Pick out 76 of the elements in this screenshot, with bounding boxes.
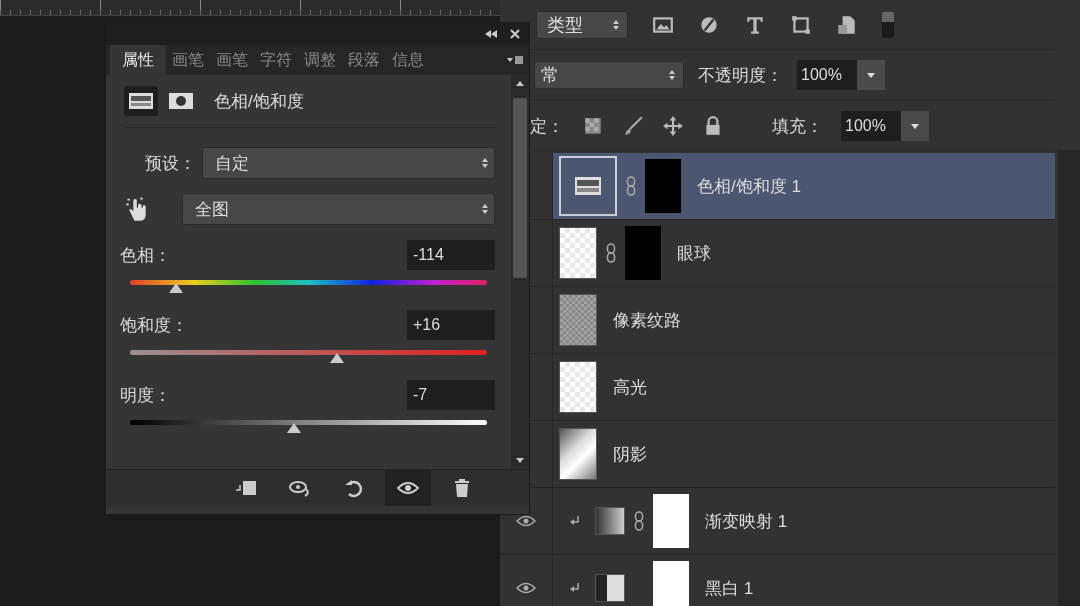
adjustment-title: 色相/饱和度 — [214, 90, 304, 113]
scroll-down-icon[interactable] — [516, 458, 524, 463]
opacity-dropdown-button[interactable] — [857, 60, 885, 90]
layer-thumbnail — [559, 361, 597, 413]
panel-menu-icon[interactable] — [507, 55, 523, 65]
channel-dropdown[interactable]: 全图 — [182, 193, 495, 225]
layer-name: 高光 — [613, 376, 647, 399]
move-icon[interactable] — [662, 115, 684, 137]
layer-row[interactable]: 色相/饱和度 1 — [553, 153, 1055, 219]
layer-name: 渐变映射 1 — [705, 510, 788, 533]
layer-name: 色相/饱和度 1 — [697, 175, 801, 198]
mask-icon — [169, 93, 193, 109]
adjustment-thumbnail — [559, 156, 617, 216]
panel-tab[interactable]: 画笔 — [166, 45, 210, 75]
close-icon[interactable] — [509, 29, 521, 39]
layer-thumbnail — [559, 227, 597, 279]
slider-thumb[interactable] — [169, 283, 184, 293]
layer-name: 阴影 — [613, 443, 647, 466]
caret-icon — [867, 72, 875, 78]
value-field[interactable]: -114 — [407, 240, 495, 270]
layer-thumbnail — [595, 574, 625, 602]
preset-dropdown[interactable]: 自定 — [202, 147, 495, 179]
panel-tab[interactable]: 信息 — [386, 45, 430, 75]
adjustment-mode-button[interactable] — [124, 86, 158, 116]
slider-thumb[interactable] — [330, 353, 345, 363]
filter-toggle[interactable] — [882, 11, 894, 38]
value-field[interactable]: +16 — [407, 310, 495, 340]
layer-name: 黑白 1 — [705, 577, 754, 600]
lock-label: 定： — [530, 115, 564, 138]
document-icon[interactable] — [836, 13, 858, 36]
layer-thumbnail — [559, 428, 597, 480]
panel-tab[interactable]: 调整 — [298, 45, 342, 75]
reset-icon — [343, 478, 365, 498]
slider-label: 色相： — [120, 244, 171, 267]
layer-thumbnail — [559, 294, 597, 346]
updown-arrows-icon — [482, 158, 488, 168]
panel-tab[interactable]: 画笔 — [210, 45, 254, 75]
opacity-label: 不透明度： — [698, 64, 783, 87]
eye-icon[interactable] — [516, 582, 536, 594]
preset-label: 预设： — [144, 152, 197, 175]
panel-tab[interactable]: 属性 — [110, 45, 166, 75]
caret-icon — [911, 123, 919, 129]
updown-arrows-icon — [482, 204, 488, 214]
filter-dropdown[interactable]: 类型 — [536, 10, 628, 39]
fill-field[interactable]: 100% — [841, 111, 901, 141]
layer-thumbnail — [595, 507, 625, 535]
scrollbar-thumb[interactable] — [513, 98, 527, 278]
fill-label: 填充： — [772, 115, 823, 138]
blend-mode-dropdown[interactable]: 常 — [534, 61, 684, 89]
slider-thumb[interactable] — [287, 423, 302, 433]
checkerboard-icon[interactable] — [582, 115, 604, 137]
adjustment-icon — [129, 93, 153, 109]
updown-arrows-icon — [669, 70, 675, 80]
brush-icon[interactable] — [622, 115, 644, 137]
collapse-icon[interactable] — [485, 29, 497, 39]
slider[interactable] — [130, 350, 487, 364]
panel-tab[interactable]: 段落 — [342, 45, 386, 75]
scroll-up-icon[interactable] — [516, 81, 524, 86]
eye-arrow-icon — [288, 479, 312, 497]
eye-icon[interactable] — [516, 515, 536, 527]
shape-icon[interactable] — [790, 13, 812, 36]
value-field[interactable]: -7 — [407, 380, 495, 410]
trash-icon — [453, 478, 471, 498]
opacity-field[interactable]: 100% — [797, 60, 857, 90]
layer-name: 像素纹路 — [613, 309, 681, 332]
layer-name: 眼球 — [677, 242, 711, 265]
slider[interactable] — [130, 280, 487, 294]
updown-arrows-icon — [613, 19, 619, 30]
panel-tab[interactable]: 字符 — [254, 45, 298, 75]
slider-label: 饱和度： — [120, 314, 188, 337]
clip-icon — [235, 479, 257, 497]
eye-icon — [397, 481, 419, 495]
fill-dropdown-button[interactable] — [901, 111, 929, 141]
visibility-button[interactable] — [385, 470, 431, 506]
slider[interactable] — [130, 420, 487, 434]
slider-label: 明度： — [120, 384, 171, 407]
